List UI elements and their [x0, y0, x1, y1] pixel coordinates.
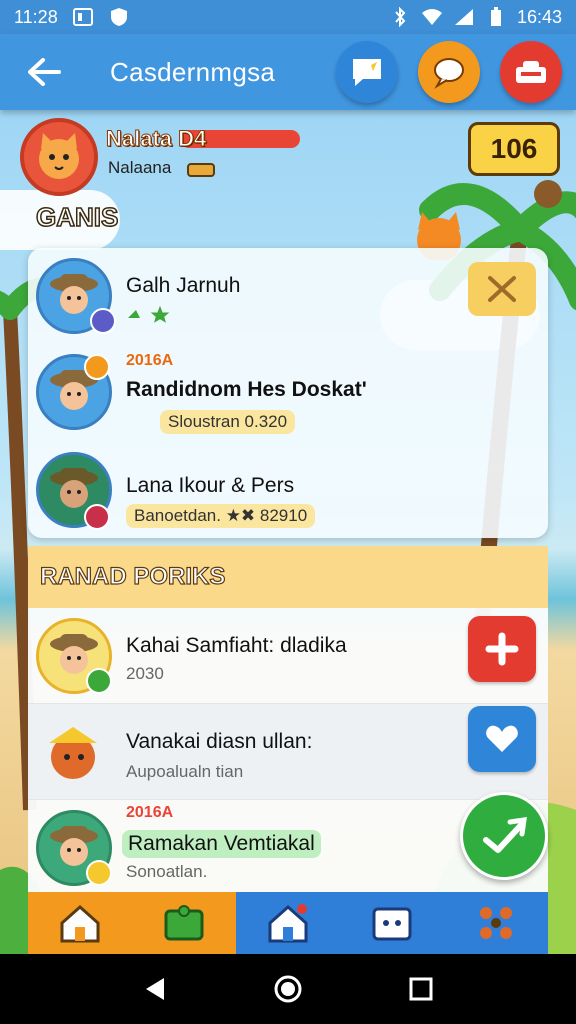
app-title: Casdernmgsa	[110, 56, 276, 87]
avatar	[36, 714, 112, 790]
status-bar: 11:28 16:43	[0, 0, 576, 34]
ranked-subtitle: 2030	[126, 664, 164, 683]
friend-name: Lana Ikour & Pers	[126, 474, 295, 497]
ranked-title: Kahai Samfiaht: dladika	[126, 634, 347, 657]
notification-icon	[72, 6, 94, 28]
shield-icon	[108, 6, 130, 28]
badge-icon	[84, 504, 110, 530]
house-icon	[268, 904, 308, 943]
nav-cards[interactable]	[340, 892, 444, 954]
status-time: 11:28	[14, 6, 58, 27]
player-name-text: Nalata	[105, 126, 173, 152]
list-item[interactable]: 2016A Randidnom Hes Doskat' Sloustran 0.…	[28, 348, 548, 444]
gift-icon	[516, 61, 546, 83]
badge-icon	[86, 668, 112, 694]
cards-icon	[372, 907, 412, 941]
player-header: Nalata D4 Nalaana 106	[20, 118, 560, 198]
recents-square-icon[interactable]	[408, 976, 434, 1002]
bottom-nav	[28, 892, 548, 954]
star-icon	[126, 304, 176, 329]
bluetooth-icon	[389, 6, 411, 28]
ranked-title: Vanakai diasn ullan:	[126, 730, 313, 753]
section-title: GANIS	[35, 201, 119, 233]
coin-value: 106	[490, 133, 538, 164]
message-icon	[434, 58, 464, 89]
player-avatar[interactable]	[20, 118, 98, 196]
plus-icon	[485, 632, 519, 666]
table-row[interactable]: Kahai Samfiaht: dladika 2030	[28, 608, 548, 704]
friends-card: Galh Jarnuh 2016A Randidnom Hes Doskat' …	[28, 248, 548, 538]
nav-home[interactable]	[28, 892, 132, 954]
puzzle-icon	[164, 905, 204, 941]
message-button[interactable]	[418, 41, 480, 103]
arrow-left-icon	[28, 58, 61, 86]
grid-icon	[480, 907, 512, 939]
cat-icon	[39, 133, 79, 179]
heart-icon	[486, 725, 518, 752]
list-item[interactable]: Lana Ikour & Pers Banoetdan. ★✖ 82910	[28, 444, 548, 540]
signal-icon	[453, 6, 475, 28]
friend-subtitle-pill: Sloustran 0.320	[160, 410, 296, 434]
status-clock: 16:43	[516, 6, 562, 27]
badge-icon	[84, 354, 110, 380]
edit-button[interactable]	[468, 262, 536, 316]
like-button[interactable]	[468, 706, 536, 772]
home-icon	[60, 904, 100, 943]
player-level: D4	[178, 126, 207, 152]
friend-subtitle: Sloustran 0.320	[160, 410, 296, 434]
badge-icon	[90, 308, 116, 334]
back-triangle-icon[interactable]	[142, 976, 168, 1002]
treasure-icon	[187, 162, 216, 177]
coin-counter[interactable]: 106	[468, 122, 560, 176]
player-subtitle-text: Nalaana	[108, 158, 172, 177]
chat-button[interactable]	[336, 41, 398, 103]
ranked-subtitle: Aupoalualn tian	[126, 762, 244, 781]
app-bar: Casdernmgsa	[0, 34, 576, 110]
fox-icon	[49, 727, 97, 779]
ranked-subtitle: Sonoatlan.	[126, 862, 208, 881]
friend-subtitle: Banoetdan. ★✖ 82910	[126, 504, 316, 528]
nav-puzzle[interactable]	[132, 892, 236, 954]
chat-icon	[353, 59, 381, 86]
table-row[interactable]: Vanakai diasn ullan: Aupoalualn tian	[28, 704, 548, 800]
friend-name: Galh Jarnuh	[126, 274, 241, 297]
nav-grid[interactable]	[444, 892, 548, 954]
confirm-fab[interactable]	[460, 792, 548, 880]
gift-button[interactable]	[500, 41, 562, 103]
tools-icon	[488, 276, 516, 302]
friend-tag: 2016A	[126, 352, 174, 369]
ranked-tag: 2016A	[126, 804, 174, 821]
ranked-header: RANAD PORIKS	[28, 546, 548, 608]
list-item[interactable]: Galh Jarnuh	[28, 248, 548, 344]
battery-icon	[485, 6, 507, 28]
check-arrow-icon	[483, 817, 527, 853]
add-button[interactable]	[468, 616, 536, 682]
wifi-icon	[421, 6, 443, 28]
friend-subtitle-pill: Banoetdan. ★✖ 82910	[126, 504, 316, 528]
nav-house[interactable]	[236, 892, 340, 954]
friend-name: Randidnom Hes Doskat'	[126, 378, 367, 401]
ranked-title: Ramakan Vemtiakal	[122, 830, 321, 858]
home-circle-icon[interactable]	[273, 974, 303, 1004]
player-name: Nalata D4	[105, 126, 207, 152]
system-nav-bar	[0, 954, 576, 1024]
badge-icon	[86, 860, 112, 886]
player-subtitle: Nalaana	[108, 158, 216, 178]
back-button[interactable]	[14, 42, 74, 102]
